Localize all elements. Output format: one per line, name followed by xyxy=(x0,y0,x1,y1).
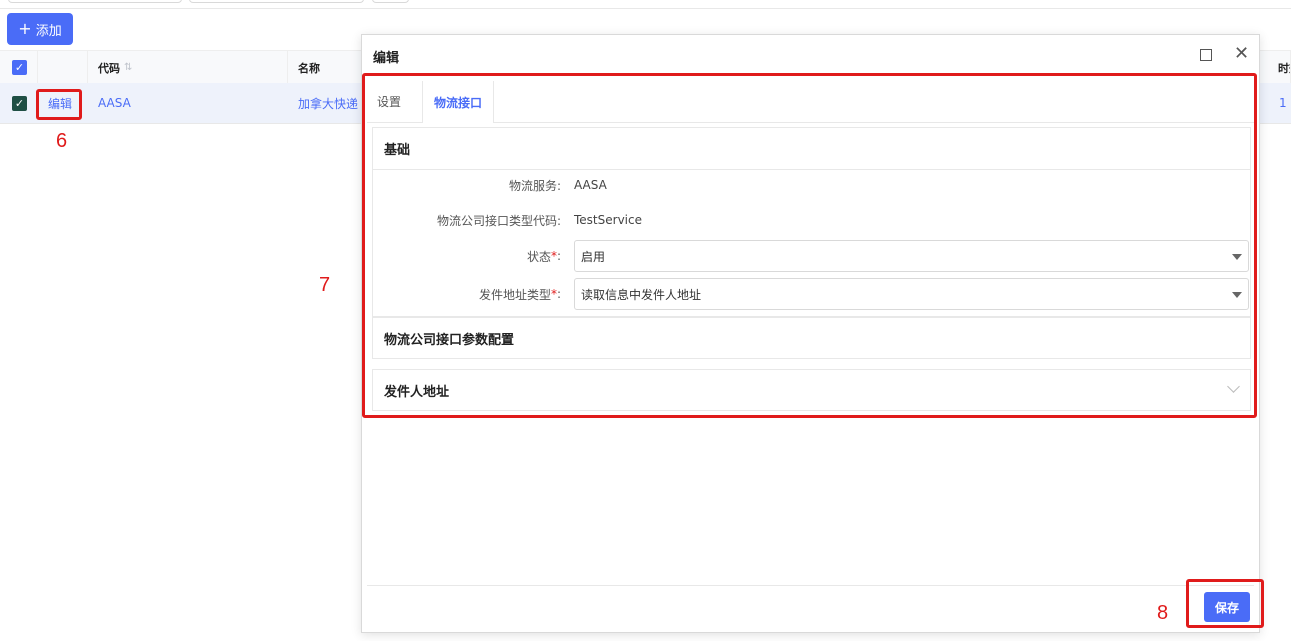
annotation-number-6: 6 xyxy=(56,130,68,152)
header-code[interactable]: 代码 ⇅ xyxy=(88,51,288,84)
filter-bar xyxy=(0,0,1291,9)
section-params-title: 物流公司接口参数配置 xyxy=(384,332,515,348)
service-label: 物流服务: xyxy=(508,178,561,193)
header-action-cell xyxy=(38,51,88,84)
section-basic: 基础 物流服务: AASA 物流公司接口类型代码: TestService 状态… xyxy=(372,127,1251,317)
colon: : xyxy=(556,249,561,263)
tab-logistics-api[interactable]: 物流接口 xyxy=(422,81,494,123)
address-type-label-text: 发件地址类型 xyxy=(478,287,551,302)
row-checkbox[interactable]: ✓ xyxy=(12,95,27,111)
address-type-select[interactable]: 读取信息中发件人地址 xyxy=(574,278,1249,310)
plus-icon: + xyxy=(18,19,32,38)
header-time-label: 时效 xyxy=(1278,61,1290,75)
add-button-label: 添加 xyxy=(35,23,62,39)
row-action-cell: 编辑 xyxy=(38,83,88,123)
status-select-value: 启用 xyxy=(581,249,606,264)
select-all-checkbox[interactable]: ✓ xyxy=(12,60,27,75)
row-name[interactable]: 加拿大快递 xyxy=(288,83,363,123)
header-time[interactable]: 时效 xyxy=(1269,51,1291,84)
form-row-status: 状态 *: 启用 xyxy=(373,240,1250,272)
row-time: 1 xyxy=(1279,96,1287,110)
maximize-icon[interactable] xyxy=(1200,49,1212,61)
filter-button[interactable] xyxy=(372,0,409,3)
filter-input-2[interactable] xyxy=(189,0,364,3)
service-value: AASA xyxy=(574,178,607,192)
header-checkbox-cell: ✓ xyxy=(0,51,38,84)
type-code-label: 物流公司接口类型代码: xyxy=(436,213,561,228)
status-select[interactable]: 启用 xyxy=(574,240,1249,272)
address-type-select-value: 读取信息中发件人地址 xyxy=(581,287,702,302)
row-code[interactable]: AASA xyxy=(88,83,288,123)
header-code-label: 代码 xyxy=(98,61,120,75)
form-row-type-code: 物流公司接口类型代码: TestService xyxy=(373,204,1250,236)
footer-divider xyxy=(367,585,1254,586)
header-name[interactable]: 名称 xyxy=(288,51,368,84)
form-row-service: 物流服务: AASA xyxy=(373,169,1250,201)
section-sender[interactable]: 发件人地址 xyxy=(372,369,1251,411)
type-code-value: TestService xyxy=(574,213,642,227)
header-name-label: 名称 xyxy=(298,61,320,75)
annotation-number-7: 7 xyxy=(319,274,331,296)
add-button[interactable]: + 添加 xyxy=(7,13,73,45)
section-params[interactable]: 物流公司接口参数配置 xyxy=(372,317,1251,359)
sort-icon[interactable]: ⇅ xyxy=(124,62,132,73)
address-type-label: 发件地址类型 *: xyxy=(479,278,561,310)
status-label: 状态 *: xyxy=(527,240,561,272)
caret-down-icon xyxy=(1232,254,1242,260)
filter-input-1[interactable] xyxy=(8,0,182,3)
section-sender-title: 发件人地址 xyxy=(384,384,450,400)
section-basic-title: 基础 xyxy=(373,128,1250,170)
annotation-number-8: 8 xyxy=(1157,602,1169,624)
form-row-address-type: 发件地址类型 *: 读取信息中发件人地址 xyxy=(373,278,1250,310)
status-label-text: 状态 xyxy=(526,249,551,264)
dialog-title: 编辑 xyxy=(373,51,400,66)
edit-dialog: 编辑 ✕ 设置 物流接口 基础 物流服务: AASA 物流公司接口类型代码: T… xyxy=(361,34,1260,633)
close-icon[interactable]: ✕ xyxy=(1234,43,1249,64)
dialog-tabs: 设置 物流接口 xyxy=(367,81,1254,123)
colon: : xyxy=(556,287,561,301)
tab-settings[interactable]: 设置 xyxy=(377,81,417,122)
caret-down-icon xyxy=(1232,292,1242,298)
row-edit-link[interactable]: 编辑 xyxy=(48,95,72,112)
save-button[interactable]: 保存 xyxy=(1204,592,1250,622)
row-checkbox-cell: ✓ xyxy=(0,83,38,123)
